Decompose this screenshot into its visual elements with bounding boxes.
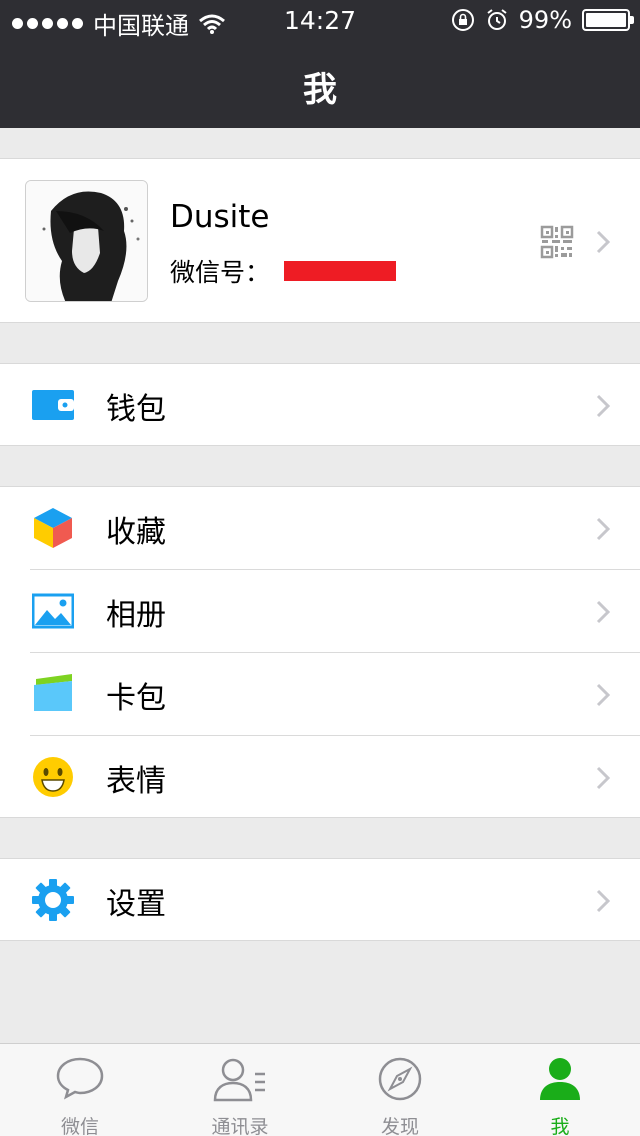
wallet-icon [32, 390, 74, 420]
tab-me[interactable]: 我 [480, 1044, 640, 1136]
tab-discover[interactable]: 发现 [320, 1044, 480, 1136]
tab-label: 通讯录 [211, 1116, 269, 1136]
profile-card[interactable]: Dusite 微信号： [0, 158, 640, 323]
chevron-right-icon [596, 600, 610, 624]
battery-icon [582, 9, 634, 31]
menu-item-stickers[interactable]: 表情 [0, 736, 640, 819]
settings-group: 设置 [0, 858, 640, 941]
redacted-id [284, 261, 397, 281]
tab-label: 微信 [60, 1116, 99, 1136]
menu-item-settings[interactable]: 设置 [0, 859, 640, 942]
favorites-cube-icon [34, 508, 72, 548]
status-bar: 中国联通 14:27 99% [0, 0, 640, 40]
header: 中国联通 14:27 99% 我 [0, 0, 640, 128]
tab-bar: 微信 通讯录 发现 我 [0, 1043, 640, 1136]
tab-label: 发现 [380, 1116, 419, 1136]
compass-icon [378, 1057, 422, 1101]
person-icon [540, 1058, 580, 1100]
tab-label: 我 [550, 1116, 570, 1136]
tab-contacts[interactable]: 通讯录 [160, 1044, 320, 1136]
chevron-right-icon [596, 683, 610, 707]
wechat-id: 微信号： [170, 253, 397, 289]
chevron-right-icon [596, 394, 610, 418]
content-group: 收藏 相册 卡包 表情 [0, 486, 640, 818]
chevron-right-icon [596, 766, 610, 790]
menu-item-album[interactable]: 相册 [0, 570, 640, 653]
page-title: 我 [303, 70, 337, 110]
wallet-group: 钱包 [0, 363, 640, 446]
qr-code-icon[interactable] [540, 225, 574, 259]
avatar[interactable] [25, 180, 148, 302]
menu-item-favorites[interactable]: 收藏 [0, 487, 640, 570]
menu-label: 设置 [106, 887, 166, 922]
menu-label: 相册 [106, 598, 166, 633]
chevron-right-icon [596, 230, 610, 254]
contacts-icon [213, 1058, 265, 1102]
menu-label: 表情 [106, 764, 166, 799]
menu-label: 钱包 [106, 392, 166, 427]
smiley-icon [33, 757, 73, 797]
card-wallet-icon [34, 674, 72, 711]
alarm-icon [487, 9, 507, 30]
battery-percent: 99% [518, 6, 572, 34]
menu-label: 卡包 [106, 681, 166, 716]
chevron-right-icon [596, 517, 610, 541]
gear-icon [32, 879, 74, 921]
menu-item-cards[interactable]: 卡包 [0, 653, 640, 736]
wechat-id-label: 微信号： [170, 258, 271, 287]
menu-label: 收藏 [106, 515, 166, 550]
chat-bubble-icon [56, 1057, 104, 1100]
album-icon [32, 593, 74, 629]
profile-name: Dusite [170, 199, 270, 235]
chevron-right-icon [596, 889, 610, 913]
rotation-lock-icon [451, 9, 474, 31]
menu-item-wallet[interactable]: 钱包 [0, 364, 640, 447]
tab-chats[interactable]: 微信 [0, 1044, 160, 1136]
